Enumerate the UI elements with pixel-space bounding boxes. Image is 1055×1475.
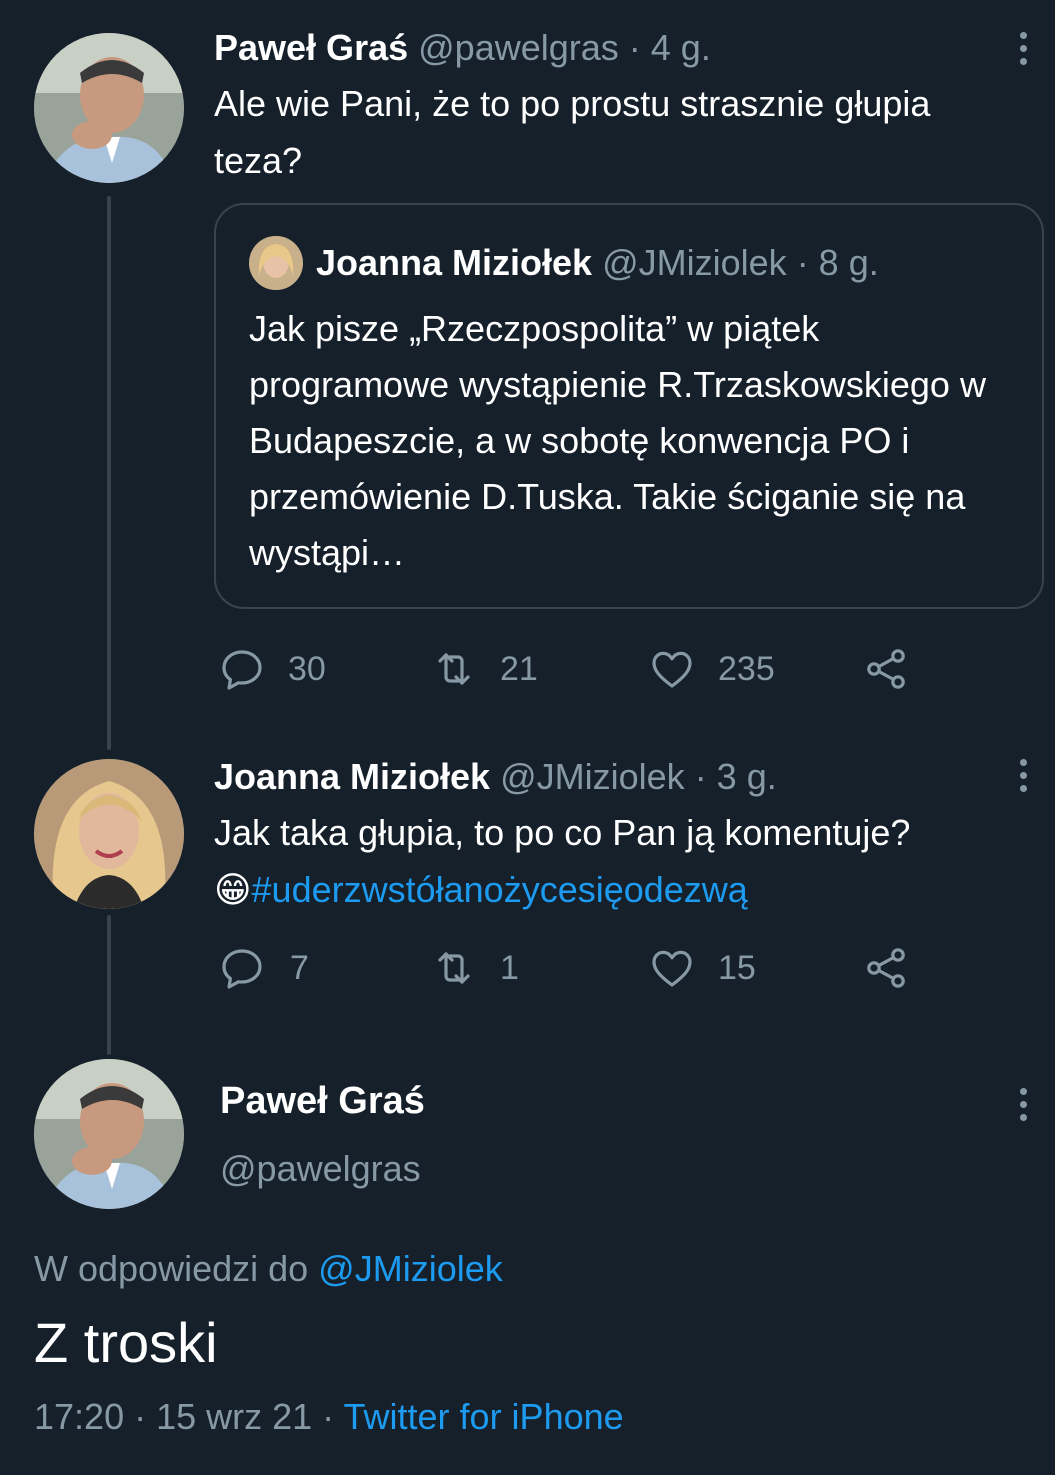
grinning-emoji-icon: 😁 (214, 869, 252, 910)
retweet-count: 1 (500, 948, 519, 987)
quote-author-handle[interactable]: @JMiziolek (602, 242, 787, 283)
reply-action[interactable]: 7 (218, 944, 309, 992)
reply-to-link[interactable]: @JMiziolek (318, 1248, 503, 1289)
share-action[interactable] (862, 944, 910, 992)
tweet-timestamp[interactable]: 17:20 (34, 1396, 124, 1437)
more-vertical-icon[interactable] (1016, 1088, 1030, 1127)
main-author-name[interactable]: Paweł Graś (220, 1080, 425, 1123)
quote-text: Jak pisze „Rzeczpospolita” w piątek prog… (249, 308, 986, 573)
more-vertical-icon[interactable] (1016, 759, 1030, 798)
thread-line-2 (107, 915, 111, 1055)
share-icon (867, 948, 905, 988)
main-author-handle[interactable]: @pawelgras (220, 1148, 421, 1190)
share-action[interactable] (862, 645, 910, 693)
quote-time[interactable]: · 8 g. (797, 242, 879, 283)
retweet-action[interactable]: 1 (430, 944, 519, 992)
like-icon (652, 950, 692, 987)
tweet2-text-main: Jak taka głupia, to po co Pan ją komentu… (214, 812, 911, 853)
author-name[interactable]: Paweł Graś (214, 27, 408, 68)
author-handle[interactable]: @pawelgras (418, 27, 619, 68)
tweet1-text: Ale wie Pani, że to po prostu strasznie … (214, 83, 931, 181)
tweet-source-link[interactable]: Twitter for iPhone (344, 1396, 624, 1437)
tweet-time[interactable]: · 3 g. (695, 756, 777, 797)
author-handle[interactable]: @JMiziolek (500, 756, 685, 797)
reply-icon (222, 650, 262, 690)
avatar-pawelgras[interactable] (34, 33, 184, 183)
reply-count: 7 (290, 948, 309, 987)
like-count: 15 (718, 948, 756, 987)
tweet-date: · 15 wrz 21 · (134, 1396, 335, 1437)
avatar-jmiziolek[interactable] (34, 759, 184, 909)
avatar-pawelgras-main[interactable] (34, 1059, 184, 1209)
reply-prefix: W odpowiedzi do (34, 1248, 309, 1289)
retweet-count: 21 (500, 649, 538, 688)
quote-avatar[interactable] (249, 236, 303, 290)
retweet-icon (438, 653, 470, 685)
main-tweet-meta: 17:20 · 15 wrz 21 · Twitter for iPhone (34, 1396, 624, 1438)
tweet2-header: Joanna Miziołek @JMiziolek · 3 g. (214, 756, 777, 798)
like-icon (652, 651, 692, 688)
author-name[interactable]: Joanna Miziołek (214, 756, 490, 797)
retweet-icon (438, 952, 470, 984)
reply-action[interactable]: 30 (218, 645, 326, 693)
like-count: 235 (718, 649, 775, 688)
like-action[interactable]: 15 (648, 944, 756, 992)
more-vertical-icon[interactable] (1016, 32, 1030, 71)
reply-count: 30 (288, 649, 326, 688)
main-tweet-text: Z troski (34, 1311, 218, 1374)
tweet-time[interactable]: · 4 g. (629, 27, 711, 68)
reply-icon (222, 949, 262, 989)
hashtag-link[interactable]: #uderzwstółanożycesięodezwą (252, 869, 748, 910)
tweet2-text: Jak taka głupia, to po co Pan ją komentu… (214, 804, 1044, 918)
thread-line-1 (107, 196, 111, 750)
quote-header: Joanna Miziołek @JMiziolek · 8 g. (316, 242, 879, 284)
reply-context: W odpowiedzi do @JMiziolek (34, 1248, 503, 1290)
quote-author-name[interactable]: Joanna Miziołek (316, 242, 592, 283)
retweet-action[interactable]: 21 (430, 645, 538, 693)
like-action[interactable]: 235 (648, 645, 775, 693)
share-icon (867, 649, 905, 689)
tweet1-header: Paweł Graś @pawelgras · 4 g. (214, 27, 711, 69)
